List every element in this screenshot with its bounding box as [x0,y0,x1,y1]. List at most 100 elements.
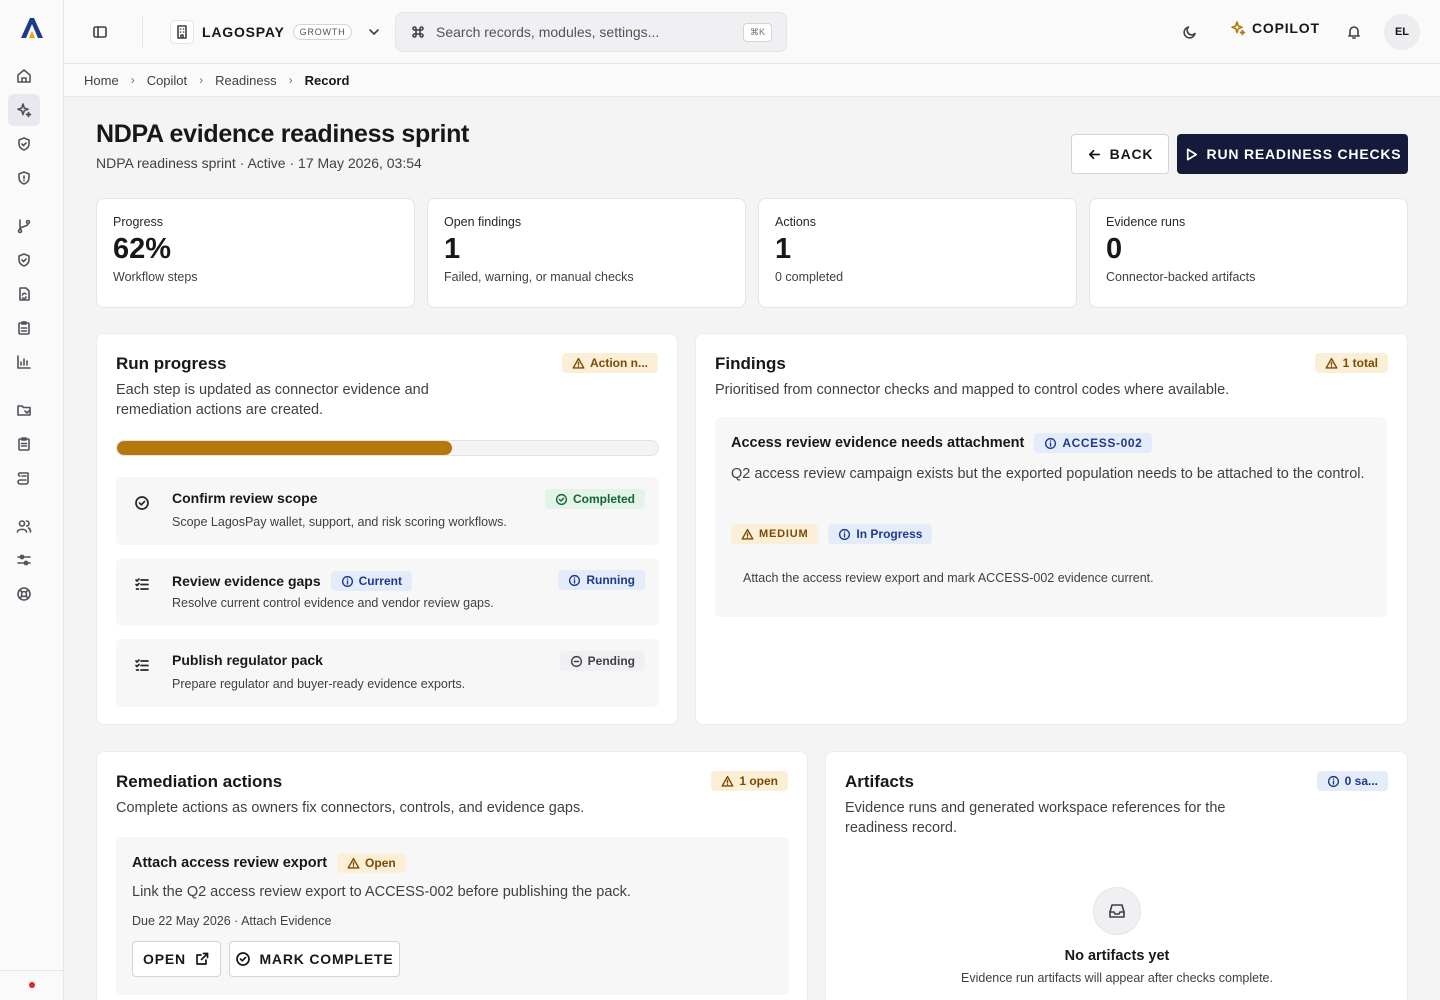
control-code-badge[interactable]: ACCESS-002 [1034,433,1153,453]
mark-complete-button[interactable]: MARK COMPLETE [229,941,400,977]
scroll-icon[interactable] [8,462,40,494]
action-title: Attach access review export Open [132,853,406,873]
action-description: Link the Q2 access review export to ACCE… [132,884,631,900]
sidebar-toggle-icon[interactable] [88,20,112,44]
stat-card-actions: Actions 1 0 completed [758,198,1077,308]
artifacts-count-badge: 0 sa... [1316,771,1388,791]
bell-icon[interactable] [1342,20,1366,44]
search-input[interactable]: Search records, modules, settings... ⌘K [395,12,787,52]
shield-icon[interactable] [8,244,40,276]
finding-item[interactable]: Access review evidence needs attachment … [715,417,1387,617]
inbox-icon [1093,887,1141,935]
step-item[interactable]: Publish regulator pack Prepare regulator… [116,639,659,707]
stat-card-evidence-runs: Evidence runs 0 Connector-backed artifac… [1089,198,1408,308]
sliders-icon[interactable] [8,544,40,576]
open-button[interactable]: OPEN [132,941,221,977]
stat-card-progress: Progress 62% Workflow steps [96,198,415,308]
chevron-right-icon: › [130,73,135,87]
stat-value: 0 [1106,233,1123,265]
step-item[interactable]: Review evidence gaps Current Resolve cur… [116,558,659,626]
stat-label: Open findings [444,215,522,229]
search-placeholder: Search records, modules, settings... [436,24,660,40]
breadcrumb-readiness[interactable]: Readiness [215,73,276,88]
help-circle-icon[interactable] [8,578,40,610]
step-item[interactable]: Confirm review scope Scope LagosPay wall… [116,477,659,545]
action-status-badge: Open [337,853,406,873]
badge-label: Action n... [590,356,648,370]
finding-tags: MEDIUM In Progress [731,524,933,544]
breadcrumb-home[interactable]: Home [84,73,119,88]
empty-state-description: Evidence run artifacts will appear after… [961,971,1273,985]
clipboard-list-icon[interactable] [8,428,40,460]
plan-badge: GROWTH [292,24,353,40]
badge-label: 0 sa... [1344,774,1378,788]
file-sync-icon[interactable] [8,278,40,310]
step-title: Publish regulator pack [172,652,323,668]
card-title: Remediation actions [116,772,283,791]
stat-label: Evidence runs [1106,215,1186,229]
stat-sub: Connector-backed artifacts [1106,270,1256,284]
minus-circle-icon [570,655,582,667]
status-dot [29,982,35,988]
action-title-text: Attach access review export [132,855,328,871]
badge-label: 1 total [1342,356,1378,370]
card-description: Prioritised from connector checks and ma… [715,382,1230,398]
shield-alert-icon[interactable] [8,162,40,194]
step-status-badge: Completed [544,489,645,509]
empty-state-title: No artifacts yet [1064,948,1170,964]
copilot-label: COPILOT [1252,20,1320,36]
step-description: Scope LagosPay wallet, support, and risk… [172,515,507,529]
current-badge-label: Current [358,574,402,588]
step-title: Review evidence gaps Current [172,571,412,591]
git-branch-icon[interactable] [8,210,40,242]
step-status-label: Running [586,573,635,587]
page-subtitle: NDPA readiness sprint · Active · 17 May … [96,155,422,171]
sparkles-icon[interactable] [8,94,40,126]
avatar[interactable]: EL [1384,14,1420,50]
sparkles-icon [1230,20,1246,36]
back-label: BACK [1109,146,1154,162]
stat-label: Progress [113,215,164,229]
shield-check-icon[interactable] [8,128,40,160]
run-readiness-checks-button[interactable]: RUN READINESS CHECKS [1177,134,1408,174]
card-description: Evidence runs and generated workspace re… [845,800,1226,836]
topbar: LAGOSPAY GROWTH Search records, modules,… [64,0,1440,64]
check-circle-icon [236,952,251,966]
remediation-actions-card: Remediation actions 1 open Complete acti… [96,751,808,1000]
back-button[interactable]: BACK [1071,134,1169,174]
step-status-label: Completed [572,492,635,506]
home-icon[interactable] [8,60,40,92]
users-icon[interactable] [8,510,40,542]
card-title: Artifacts [845,772,914,791]
breadcrumb: Home › Copilot › Readiness › Record [64,64,1440,97]
breadcrumb-copilot[interactable]: Copilot [147,73,187,88]
external-link-icon [196,952,209,965]
folder-icon[interactable] [8,394,40,426]
copilot-button[interactable]: COPILOT [1230,20,1320,36]
findings-count-badge: 1 total [1314,353,1388,373]
theme-toggle-moon-icon[interactable] [1178,20,1202,44]
org-name: LAGOSPAY [202,24,285,40]
control-code-label: ACCESS-002 [1062,436,1143,450]
org-switcher[interactable]: LAGOSPAY GROWTH [170,18,384,46]
stat-card-open-findings: Open findings 1 Failed, warning, or manu… [427,198,746,308]
list-checks-icon [134,657,152,675]
open-label: OPEN [143,951,186,967]
artifacts-card: Artifacts 0 sa... Evidence runs and gene… [825,751,1408,1000]
current-badge: Current [330,571,412,591]
bar-chart-icon[interactable] [8,346,40,378]
arrow-left-icon [1088,149,1100,159]
chevron-right-icon: › [288,73,293,87]
progress-bar-fill [117,441,453,455]
app-logo[interactable] [18,14,46,42]
stat-value: 62% [113,233,172,265]
chevron-right-icon: › [199,73,204,87]
check-circle-icon [134,495,152,513]
alert-triangle-icon [572,357,585,369]
card-title: Findings [715,354,786,373]
breadcrumb-current: Record [304,72,350,88]
finding-status-badge: In Progress [828,524,933,544]
list-checks-icon [134,576,152,594]
clipboard-icon[interactable] [8,312,40,344]
severity-label: MEDIUM [759,528,809,540]
